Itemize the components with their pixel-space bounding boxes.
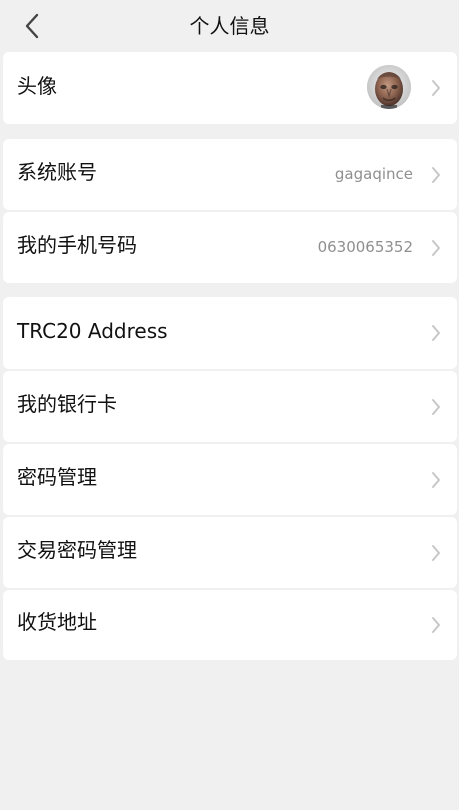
chevron-right-icon bbox=[431, 166, 441, 184]
system-account-value: gagaqince bbox=[334, 165, 413, 183]
chevron-right-icon bbox=[431, 324, 441, 342]
password-management-row[interactable]: 密码管理 bbox=[3, 444, 457, 515]
chevron-right-icon bbox=[431, 398, 441, 416]
bank-card-row[interactable]: 我的银行卡 bbox=[3, 371, 457, 442]
phone-number-value: 0630065352 bbox=[317, 238, 413, 256]
chevron-right-icon bbox=[431, 79, 441, 97]
transaction-password-row[interactable]: 交易密码管理 bbox=[3, 517, 457, 588]
avatar-row[interactable]: 头像 bbox=[3, 52, 457, 124]
shipping-address-row[interactable]: 收货地址 bbox=[3, 590, 457, 660]
bank-card-label: 我的银行卡 bbox=[17, 392, 117, 416]
avatar-image bbox=[367, 65, 411, 109]
shipping-address-label: 收货地址 bbox=[17, 610, 97, 634]
page-title: 个人信息 bbox=[189, 14, 270, 38]
chevron-right-icon bbox=[431, 544, 441, 562]
top-nav-bar: 个人信息 bbox=[0, 0, 459, 52]
chevron-right-icon bbox=[431, 239, 441, 257]
chevron-right-icon bbox=[431, 471, 441, 489]
transaction-password-label: 交易密码管理 bbox=[17, 538, 137, 562]
trc20-address-row[interactable]: TRC20 Address bbox=[3, 297, 457, 369]
phone-number-row[interactable]: 我的手机号码 0630065352 bbox=[3, 212, 457, 283]
password-management-label: 密码管理 bbox=[17, 465, 97, 489]
trc20-address-label: TRC20 Address bbox=[17, 319, 168, 343]
avatar[interactable] bbox=[367, 65, 411, 109]
avatar-label: 头像 bbox=[17, 74, 57, 98]
system-account-row[interactable]: 系统账号 gagaqince bbox=[3, 139, 457, 210]
chevron-right-icon bbox=[431, 616, 441, 634]
system-account-label: 系统账号 bbox=[17, 160, 97, 184]
phone-number-label: 我的手机号码 bbox=[17, 233, 137, 257]
